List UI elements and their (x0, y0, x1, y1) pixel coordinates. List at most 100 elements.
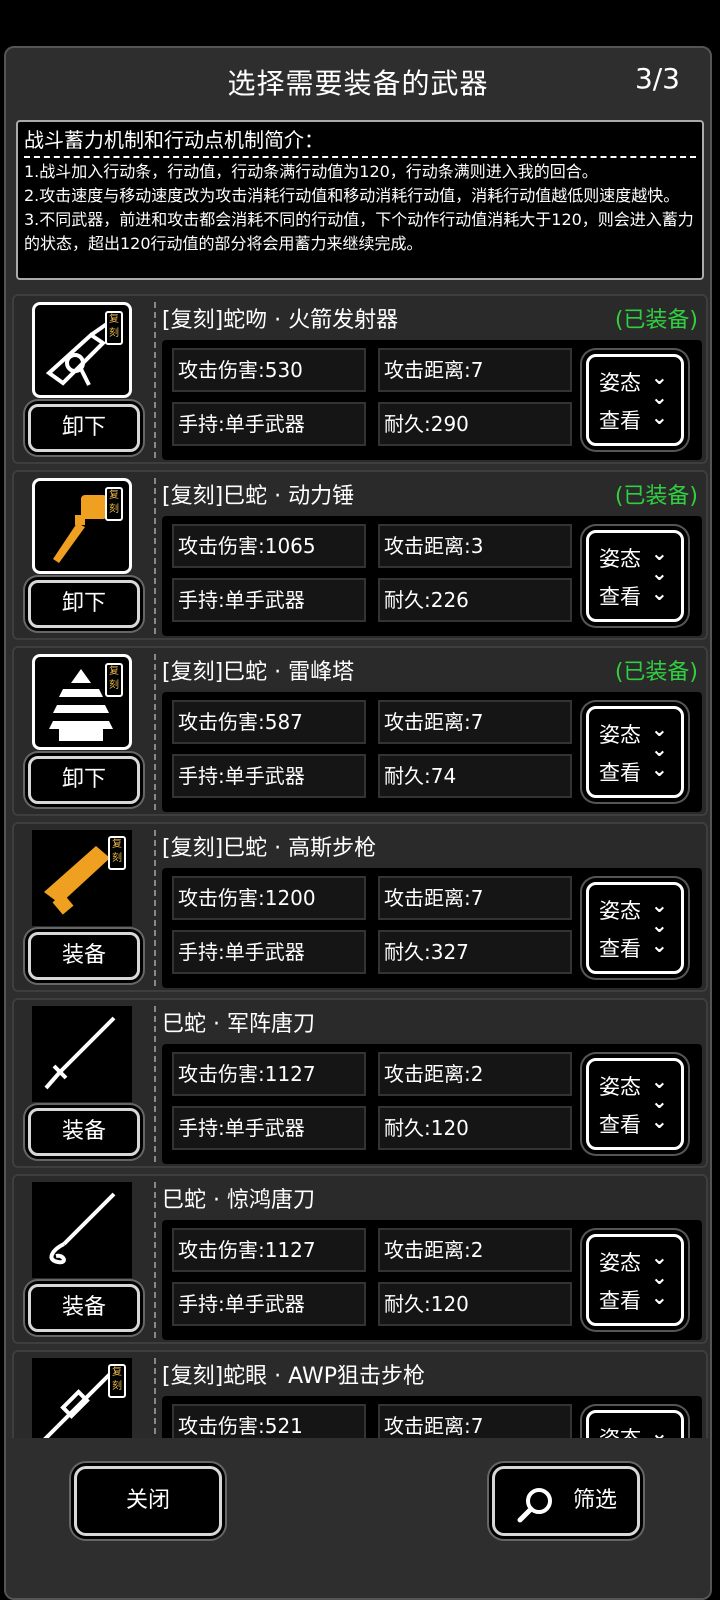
hold-type: 手持:单手武器 (172, 754, 366, 798)
reprint-badge: 复刻 (108, 1364, 126, 1398)
stance-label: 姿态 (599, 371, 641, 395)
card-divider (154, 302, 156, 458)
reprint-badge: 复刻 (108, 836, 126, 870)
view-stance-button[interactable]: 姿态 查看 ⌄ ⌄ ⌄ (586, 882, 684, 974)
weapon-stats: 攻击伤害:1065 攻击距离:3 手持:单手武器 耐久:226 姿态 查看 ⌄ ⌄… (162, 516, 702, 636)
attack-damage: 攻击伤害:530 (172, 348, 366, 392)
attack-damage: 攻击伤害:1127 (172, 1228, 366, 1272)
card-divider (154, 1182, 156, 1338)
mechanics-info-box: 战斗蓄力机制和行动点机制简介： 1.战斗加入行动条，行动值，行动条满行动值为12… (16, 120, 704, 280)
weapon-thumbnail[interactable]: 复刻 (32, 654, 132, 750)
view-stance-button[interactable]: 姿态 查看 ⌄ ⌄ ⌄ (586, 1234, 684, 1326)
filter-label: 筛选 (573, 1488, 618, 1513)
attack-damage: 攻击伤害:1200 (172, 876, 366, 920)
chevron-down-icon: ⌄ ⌄ ⌄ (651, 717, 668, 781)
view-label: 查看 (599, 409, 641, 433)
weapon-stats: 攻击伤害:1200 攻击距离:7 手持:单手武器 耐久:327 姿态 查看 ⌄ ⌄… (162, 868, 702, 988)
weapon-select-panel: 选择需要装备的武器 3/3 战斗蓄力机制和行动点机制简介： 1.战斗加入行动条，… (4, 46, 712, 1600)
card-divider (154, 1006, 156, 1162)
view-label: 查看 (599, 761, 641, 785)
reprint-badge: 复刻 (105, 311, 123, 345)
weapon-thumbnail[interactable]: 复刻 (32, 830, 132, 926)
info-line: 3.不同武器，前进和攻击都会消耗不同的行动值，下个动作行动值消耗大于120，则会… (24, 210, 694, 253)
weapon-thumbnail[interactable]: 复刻 (32, 478, 132, 574)
stance-label: 姿态 (599, 723, 641, 747)
equip-button[interactable]: 装备 (28, 932, 140, 980)
hold-type: 手持:单手武器 (172, 402, 366, 446)
card-divider (154, 830, 156, 986)
weapon-name: [复刻]巳蛇 · 动力锤 (162, 484, 355, 509)
gauss-rifle-icon (44, 846, 110, 915)
durability: 耐久:226 (378, 578, 572, 622)
weapon-card: 复刻 卸下 [复刻]巳蛇 · 雷峰塔 (已装备) 攻击伤害:587 攻击距离:7… (12, 646, 708, 816)
tang-sword-icon (44, 1016, 116, 1090)
weapon-card: 装备 巳蛇 · 惊鸿唐刀 攻击伤害:1127 攻击距离:2 手持:单手武器 耐久… (12, 1174, 708, 1344)
weapon-card: 复刻 卸下 [复刻]巳蛇 · 动力锤 (已装备) 攻击伤害:1065 攻击距离:… (12, 470, 708, 640)
unequip-button[interactable]: 卸下 (28, 756, 140, 804)
hold-type: 手持:单手武器 (172, 1106, 366, 1150)
page-counter: 3/3 (634, 62, 680, 95)
equipped-status: (已装备) (614, 308, 698, 333)
weapon-thumbnail[interactable]: 复刻 (32, 302, 132, 398)
weapon-name: 巳蛇 · 惊鸿唐刀 (162, 1188, 315, 1213)
durability: 耐久:290 (378, 402, 572, 446)
bottom-bar: 关闭 筛选 (6, 1438, 710, 1598)
view-label: 查看 (599, 1289, 641, 1313)
chevron-down-icon: ⌄ ⌄ ⌄ (651, 365, 668, 429)
attack-range: 攻击距离:7 (378, 348, 572, 392)
attack-range: 攻击距离:7 (378, 700, 572, 744)
attack-damage: 攻击伤害:587 (172, 700, 366, 744)
chevron-down-icon: ⌄ ⌄ ⌄ (651, 541, 668, 605)
unequip-button[interactable]: 卸下 (28, 580, 140, 628)
durability: 耐久:74 (378, 754, 572, 798)
weapon-name: [复刻]巳蛇 · 雷峰塔 (162, 660, 355, 685)
view-stance-button[interactable]: 姿态 查看 ⌄ ⌄ ⌄ (586, 354, 684, 446)
equipped-status: (已装备) (614, 484, 698, 509)
close-button[interactable]: 关闭 (74, 1466, 222, 1536)
unequip-button[interactable]: 卸下 (28, 404, 140, 452)
durability: 耐久:120 (378, 1282, 572, 1326)
info-line: 1.战斗加入行动条，行动值，行动条满行动值为120，行动条满则进入我的回合。 (24, 162, 598, 181)
weapon-name: [复刻]巳蛇 · 高斯步枪 (162, 836, 377, 861)
filter-button[interactable]: 筛选 (492, 1466, 640, 1536)
weapon-thumbnail[interactable] (32, 1182, 132, 1278)
weapon-thumbnail[interactable] (32, 1006, 132, 1102)
page-title: 选择需要装备的武器 (227, 67, 489, 100)
equipped-status: (已装备) (614, 660, 698, 685)
search-icon (515, 1485, 555, 1551)
reprint-badge: 复刻 (105, 487, 123, 521)
info-line: 2.攻击速度与移动速度改为攻击消耗行动值和移动消耗行动值，消耗行动值越低则速度越… (24, 186, 680, 205)
weapon-stats: 攻击伤害:1127 攻击距离:2 手持:单手武器 耐久:120 姿态 查看 ⌄ ⌄… (162, 1220, 702, 1340)
sniper-rifle-icon (42, 1370, 114, 1446)
hold-type: 手持:单手武器 (172, 1282, 366, 1326)
card-divider (154, 478, 156, 634)
card-divider (154, 654, 156, 810)
weapon-card: 装备 巳蛇 · 军阵唐刀 攻击伤害:1127 攻击距离:2 手持:单手武器 耐久… (12, 998, 708, 1168)
view-label: 查看 (599, 585, 641, 609)
chevron-down-icon: ⌄ ⌄ ⌄ (651, 1069, 668, 1133)
hold-type: 手持:单手武器 (172, 930, 366, 974)
attack-damage: 攻击伤害:1065 (172, 524, 366, 568)
info-title: 战斗蓄力机制和行动点机制简介： (24, 128, 324, 152)
attack-range: 攻击距离:3 (378, 524, 572, 568)
durability: 耐久:327 (378, 930, 572, 974)
equip-button[interactable]: 装备 (28, 1108, 140, 1156)
weapon-name: [复刻]蛇眼 · AWP狙击步枪 (162, 1364, 426, 1389)
weapon-name: 巳蛇 · 军阵唐刀 (162, 1012, 315, 1037)
view-stance-button[interactable]: 姿态 查看 ⌄ ⌄ ⌄ (586, 706, 684, 798)
view-stance-button[interactable]: 姿态 查看 ⌄ ⌄ ⌄ (586, 1058, 684, 1150)
equip-button[interactable]: 装备 (28, 1284, 140, 1332)
attack-damage: 攻击伤害:1127 (172, 1052, 366, 1096)
weapon-stats: 攻击伤害:530 攻击距离:7 手持:单手武器 耐久:290 姿态 查看 ⌄ ⌄ ⌄ (162, 340, 702, 460)
stance-label: 姿态 (599, 1251, 641, 1275)
weapon-stats: 攻击伤害:587 攻击距离:7 手持:单手武器 耐久:74 姿态 查看 ⌄ ⌄ ⌄ (162, 692, 702, 812)
weapon-name: [复刻]蛇吻 · 火箭发射器 (162, 308, 399, 333)
durability: 耐久:120 (378, 1106, 572, 1150)
stance-label: 姿态 (599, 547, 641, 571)
stance-label: 姿态 (599, 1075, 641, 1099)
weapon-card: 复刻 装备 [复刻]巳蛇 · 高斯步枪 攻击伤害:1200 攻击距离:7 手持:… (12, 822, 708, 992)
view-label: 查看 (599, 937, 641, 961)
weapon-list[interactable]: 复刻 卸下 [复刻]蛇吻 · 火箭发射器 (已装备) 攻击伤害:530 攻击距离… (12, 294, 708, 1484)
chevron-down-icon: ⌄ ⌄ ⌄ (651, 1245, 668, 1309)
view-stance-button[interactable]: 姿态 查看 ⌄ ⌄ ⌄ (586, 530, 684, 622)
